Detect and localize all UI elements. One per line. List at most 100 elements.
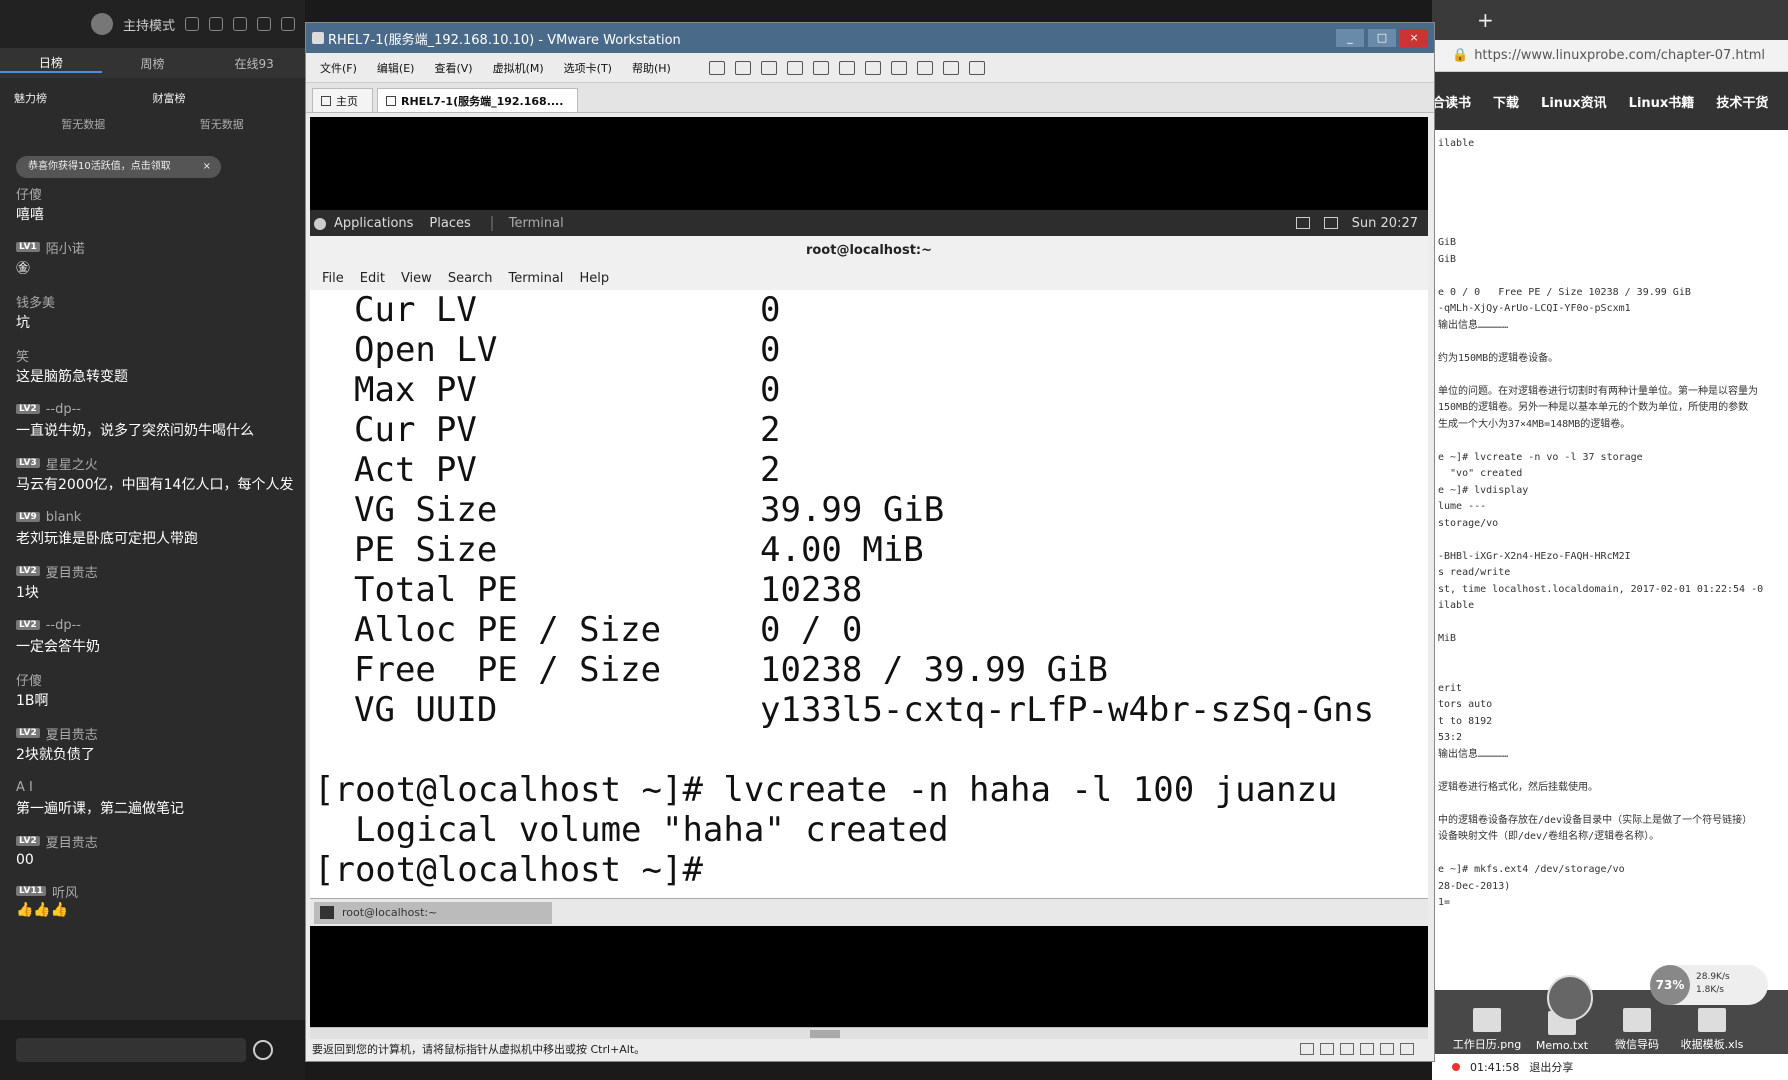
- applications-menu[interactable]: Applications: [310, 216, 413, 231]
- chat-user[interactable]: LV2 夏目贵志: [16, 562, 289, 581]
- horizontal-scrollbar[interactable]: [310, 1027, 1428, 1039]
- nav-download[interactable]: 下载: [1493, 92, 1519, 111]
- term-menu-search[interactable]: Search: [448, 271, 493, 286]
- shell-prompt[interactable]: [root@localhost ~]#: [310, 850, 1428, 890]
- minimize-button[interactable]: _: [1336, 29, 1364, 47]
- tab-vm[interactable]: RHEL7-1(服务端_192.168....: [377, 88, 579, 112]
- taskbar-terminal-item[interactable]: root@localhost:~: [314, 902, 552, 924]
- level-badge: LV3: [16, 458, 40, 468]
- message-text: 马云有2000亿，中国有14亿人口，每个人发: [16, 477, 294, 493]
- menu-vm[interactable]: 虚拟机(M): [493, 60, 544, 76]
- tab-weekly[interactable]: 周榜: [102, 55, 204, 72]
- tab-daily[interactable]: 日榜: [0, 54, 102, 73]
- unity-icon[interactable]: [916, 60, 933, 75]
- vg-value: 10238 / 39.99 GiB: [760, 650, 1108, 690]
- chat-user[interactable]: LV2 夏目贵志: [16, 832, 289, 851]
- content-line: [1438, 648, 1788, 665]
- term-menu-edit[interactable]: Edit: [360, 271, 385, 286]
- terminal-icon: [320, 906, 334, 919]
- new-tab-button[interactable]: +: [1477, 8, 1494, 32]
- menu-tabs[interactable]: 选项卡(T): [564, 60, 612, 76]
- desktop-item[interactable]: 工作日历.png: [1452, 1008, 1522, 1052]
- menu-view[interactable]: 查看(V): [434, 60, 472, 76]
- printer-icon[interactable]: [1400, 1043, 1414, 1055]
- chat-input[interactable]: [16, 1038, 246, 1062]
- chat-user[interactable]: LV9 blank: [16, 508, 289, 526]
- chat-user[interactable]: LV2 --dp--: [16, 400, 289, 418]
- usb-icon[interactable]: [1360, 1043, 1374, 1055]
- menu-edit[interactable]: 编辑(E): [377, 60, 415, 76]
- nav-linux-books[interactable]: Linux书籍: [1629, 92, 1695, 111]
- chat-input-bar: [0, 1020, 305, 1080]
- chat-user[interactable]: LV11 听风: [16, 882, 289, 901]
- cdrom-icon[interactable]: [1320, 1043, 1334, 1055]
- fullscreen-icon[interactable]: [890, 60, 907, 75]
- close-icon[interactable]: ×: [203, 156, 211, 178]
- chat-user[interactable]: LV1 陌小诺: [16, 238, 289, 257]
- maximize-icon[interactable]: [281, 17, 295, 31]
- term-menu-help[interactable]: Help: [579, 271, 609, 286]
- desktop-item[interactable]: 微信导码: [1602, 1008, 1672, 1052]
- edit-icon[interactable]: [209, 17, 223, 31]
- library-icon[interactable]: [838, 60, 855, 75]
- nav-linux-news[interactable]: Linux资讯: [1541, 92, 1607, 111]
- stretch-icon[interactable]: [968, 60, 985, 75]
- network-adapter-icon[interactable]: [1340, 1043, 1354, 1055]
- exit-share-button[interactable]: 退出分享: [1529, 1059, 1573, 1075]
- content-line: e 0 / 0 Free PE / Size 10238 / 39.99 GiB: [1438, 286, 1691, 298]
- menu-file[interactable]: 文件(F): [320, 60, 357, 76]
- minimize-icon[interactable]: [257, 17, 271, 31]
- snapshot-manager-icon[interactable]: [812, 60, 829, 75]
- desktop-item[interactable]: 收据模板.xls: [1677, 1008, 1747, 1052]
- username: --dp--: [45, 617, 82, 633]
- term-menu-file[interactable]: File: [322, 271, 344, 286]
- host-avatar[interactable]: [90, 13, 113, 35]
- console-icon[interactable]: [942, 60, 959, 75]
- nav-tech[interactable]: 技术干货: [1716, 92, 1768, 111]
- close-button[interactable]: ×: [1400, 29, 1428, 47]
- chat-user[interactable]: 仔傻: [16, 184, 289, 203]
- chat-user[interactable]: LV2 夏目贵志: [16, 724, 289, 743]
- reward-notice[interactable]: 恭喜你获得10活跃值，点击领取 ×: [16, 156, 221, 178]
- network-icon[interactable]: [1323, 217, 1338, 229]
- chat-user[interactable]: 钱多美: [16, 292, 289, 311]
- volume-icon[interactable]: [1295, 217, 1310, 229]
- tab-online[interactable]: 在线93: [203, 55, 305, 72]
- tab-home[interactable]: 主页: [312, 88, 373, 112]
- address-bar[interactable]: 🔒 https://www.linuxprobe.com/chapter-07.…: [1432, 40, 1788, 72]
- menu-help[interactable]: 帮助(H): [632, 60, 671, 76]
- nav-read[interactable]: 合读书: [1432, 92, 1471, 111]
- places-menu[interactable]: Places: [429, 216, 470, 231]
- emoji-icon[interactable]: [253, 1040, 273, 1060]
- gnome-clock[interactable]: Sun 20:27: [1352, 216, 1418, 231]
- vmware-status-bar: 要返回到您的计算机，请将鼠标指针从虚拟机中移出或按 Ctrl+Alt。: [306, 1039, 1434, 1061]
- settings-icon[interactable]: [185, 17, 199, 31]
- chat-user[interactable]: LV3 星星之火: [16, 454, 289, 473]
- chat-message: 仔傻 嘻嘻: [16, 184, 289, 224]
- vm-display[interactable]: Applications Places Terminal Sun 20:27 r…: [310, 117, 1428, 1027]
- network-speed-widget[interactable]: 73% 28.9K/s 1.8K/s: [1650, 965, 1768, 1005]
- charm-rank-title[interactable]: 魅力榜: [14, 90, 153, 106]
- content-line: lume ---: [1438, 501, 1487, 512]
- spreadsheet-icon: [1698, 1008, 1726, 1032]
- chat-user[interactable]: 笑: [16, 346, 289, 365]
- revert-snapshot-icon[interactable]: [786, 60, 803, 75]
- term-menu-terminal[interactable]: Terminal: [508, 271, 563, 286]
- hdd-icon[interactable]: [1300, 1043, 1314, 1055]
- term-menu-view[interactable]: View: [401, 271, 432, 286]
- thumbnail-icon[interactable]: [864, 60, 881, 75]
- wealth-rank-title[interactable]: 财富榜: [153, 90, 292, 106]
- send-ctrl-alt-del-icon[interactable]: [734, 60, 751, 75]
- chat-user[interactable]: 仔傻: [16, 670, 289, 689]
- scrollbar-thumb[interactable]: [810, 1030, 840, 1038]
- chat-message: 钱多美坑: [16, 292, 289, 332]
- maximize-button[interactable]: □: [1368, 29, 1396, 47]
- sound-icon[interactable]: [1380, 1043, 1394, 1055]
- chat-user[interactable]: LV2 --dp--: [16, 616, 289, 634]
- level-badge: LV2: [16, 728, 40, 738]
- terminal-output[interactable]: Cur LV 0 Open LV 0 Max PV 0 Cur PV 2 Act PV 2 VG S…: [310, 290, 1428, 898]
- chat-user[interactable]: A I: [16, 778, 289, 796]
- snapshot-icon[interactable]: [760, 60, 777, 75]
- pause-icon[interactable]: [708, 60, 725, 75]
- menu-icon[interactable]: [233, 17, 247, 31]
